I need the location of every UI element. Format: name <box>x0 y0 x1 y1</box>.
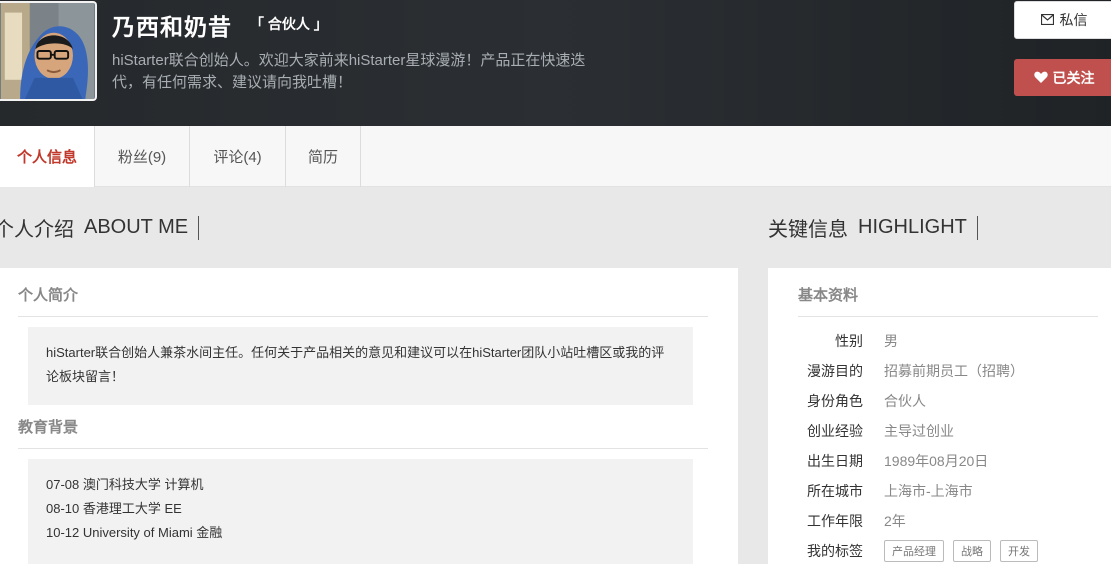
profile-tabs: 个人信息 粉丝(9) 评论(4) 简历 <box>0 126 1111 187</box>
info-label: 出生日期 <box>807 453 863 469</box>
info-row-purpose: 漫游目的 招募前期员工（招聘） <box>768 361 1111 381</box>
tag[interactable]: 开发 <box>1000 540 1038 562</box>
envelope-icon <box>1040 12 1054 28</box>
tab-resume[interactable]: 简历 <box>286 126 361 187</box>
info-row-city: 所在城市 上海市-上海市 <box>768 481 1111 501</box>
education-item: 08-10 香港理工大学 EE <box>46 501 182 516</box>
tab-followers[interactable]: 粉丝(9) <box>95 126 190 187</box>
tab-profile-info[interactable]: 个人信息 <box>0 126 95 187</box>
tag[interactable]: 产品经理 <box>884 540 944 562</box>
info-row-role: 身份角色 合伙人 <box>768 391 1111 411</box>
profile-name: 乃西和奶昔 <box>112 14 232 40</box>
about-title-cn: 个人介绍 <box>0 219 74 241</box>
info-value: 1989年08月20日 <box>884 453 989 469</box>
info-value: 招募前期员工（招聘） <box>884 363 1024 379</box>
about-panel: 个人简介 hiStarter联合创始人兼茶水间主任。任何关于产品相关的意见和建议… <box>0 268 738 564</box>
message-button[interactable]: 私信 <box>1014 1 1111 39</box>
info-row-years: 工作年限 2年 <box>768 511 1111 531</box>
divider <box>798 316 1098 317</box>
title-divider <box>976 215 978 240</box>
info-value: 主导过创业 <box>884 423 954 439</box>
avatar-image <box>0 3 95 99</box>
info-label: 创业经验 <box>807 423 863 439</box>
info-label: 我的标签 <box>807 543 863 559</box>
intro-heading: 个人简介 <box>18 287 79 304</box>
profile-bio: hiStarter联合创始人。欢迎大家前来hiStarter星球漫游！产品正在快… <box>112 52 586 91</box>
education-item: 10-12 University of Miami 金融 <box>46 525 223 540</box>
message-button-label: 私信 <box>1059 12 1088 28</box>
divider <box>18 448 708 449</box>
role-badge: 「 合伙人 」 <box>250 16 328 32</box>
highlight-panel: 基本资料 性别 男 漫游目的 招募前期员工（招聘） 身份角色 合伙人 创业经验 … <box>768 268 1111 564</box>
tab-comments[interactable]: 评论(4) <box>190 126 286 187</box>
education-item: 07-08 澳门科技大学 计算机 <box>46 477 204 492</box>
intro-text: hiStarter联合创始人兼茶水间主任。任何关于产品相关的意见和建议可以在hi… <box>46 345 665 384</box>
highlight-section-title: 关键信息 HIGHLIGHT <box>768 213 978 242</box>
divider <box>18 316 708 317</box>
basic-info-heading: 基本资料 <box>798 287 859 304</box>
intro-box: hiStarter联合创始人兼茶水间主任。任何关于产品相关的意见和建议可以在hi… <box>28 327 693 405</box>
info-row-tags: 我的标签 产品经理 战略 开发 <box>768 540 1111 562</box>
info-row-birthday: 出生日期 1989年08月20日 <box>768 451 1111 471</box>
info-label: 性别 <box>835 333 863 349</box>
info-row-gender: 性别 男 <box>768 331 1111 351</box>
follow-button-label: 已关注 <box>1052 69 1095 86</box>
info-value: 男 <box>884 333 898 349</box>
about-section-title: 个人介绍 ABOUT ME <box>0 213 200 242</box>
avatar[interactable] <box>0 1 97 101</box>
info-label: 工作年限 <box>807 513 863 529</box>
tag[interactable]: 战略 <box>953 540 991 562</box>
info-value: 上海市-上海市 <box>884 483 973 499</box>
tag-list: 产品经理 战略 开发 <box>884 540 1047 562</box>
info-label: 所在城市 <box>807 483 863 499</box>
about-title-en: ABOUT ME <box>84 216 189 238</box>
education-heading: 教育背景 <box>18 419 79 436</box>
info-row-experience: 创业经验 主导过创业 <box>768 421 1111 441</box>
heart-icon <box>1033 70 1048 86</box>
info-value: 合伙人 <box>884 393 926 409</box>
highlight-title-en: HIGHLIGHT <box>858 216 967 238</box>
highlight-title-cn: 关键信息 <box>768 219 848 241</box>
info-label: 身份角色 <box>807 393 863 409</box>
info-label: 漫游目的 <box>807 363 863 379</box>
info-value: 2年 <box>884 513 906 529</box>
title-divider <box>198 215 200 240</box>
education-box: 07-08 澳门科技大学 计算机 08-10 香港理工大学 EE 10-12 U… <box>28 459 693 564</box>
follow-button[interactable]: 已关注 <box>1014 59 1111 96</box>
profile-header: 乃西和奶昔 「 合伙人 」 hiStarter联合创始人。欢迎大家前来hiSta… <box>0 0 1111 126</box>
